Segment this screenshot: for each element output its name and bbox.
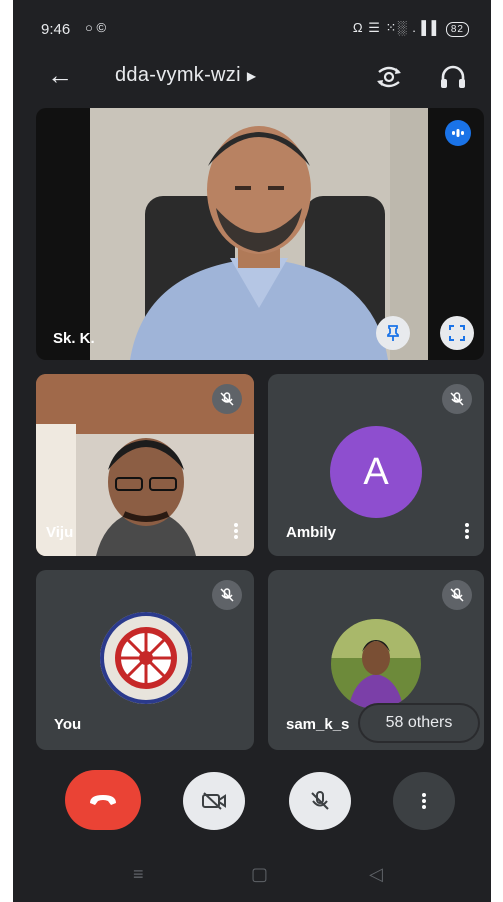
participant-name: Viju xyxy=(46,524,74,541)
arrow-back-icon[interactable]: ← xyxy=(47,60,73,90)
avatar: A xyxy=(330,426,422,518)
more-vert-icon xyxy=(421,791,427,811)
signal-icons: Ω ☰ ⁙░ .▐▐ xyxy=(352,20,438,35)
battery-icon: 82 xyxy=(445,22,469,37)
camera-off-icon xyxy=(202,792,226,810)
system-nav-bar: ≡ ▢ ◁ xyxy=(13,850,491,902)
meet-call-screen: 9:46 ○ © Ω ☰ ⁙░ .▐▐ 82 ← dda-vymk-wzi ▶ xyxy=(13,0,491,902)
mic-off-icon xyxy=(442,580,472,610)
mic-off-icon xyxy=(212,384,242,414)
home-icon[interactable]: ▢ xyxy=(251,864,268,885)
mic-off-icon xyxy=(311,791,329,810)
participant-tile-ambily[interactable]: A Ambily xyxy=(268,374,484,556)
chevron-right-icon: ▶ xyxy=(246,68,257,83)
participant-name: Ambily xyxy=(286,524,337,541)
recents-icon[interactable]: ≡ xyxy=(133,864,144,885)
participant-name: sam_k_s xyxy=(286,716,350,733)
participant-tile-others[interactable]: sam_k_s 58 others xyxy=(268,570,484,750)
switch-camera-icon[interactable] xyxy=(374,62,404,92)
back-icon[interactable]: ◁ xyxy=(369,864,383,885)
speaker-video-frame xyxy=(90,108,428,360)
end-call-icon xyxy=(90,795,116,805)
more-vert-icon[interactable] xyxy=(464,521,470,541)
headphones-icon[interactable] xyxy=(438,62,468,92)
pin-icon[interactable] xyxy=(376,316,410,350)
mic-off-icon xyxy=(212,580,242,610)
avatar xyxy=(331,619,421,709)
others-count-chip[interactable]: 58 others xyxy=(360,705,478,741)
more-options-button[interactable] xyxy=(393,772,455,830)
mic-off-icon xyxy=(442,384,472,414)
status-time: 9:46 xyxy=(41,21,71,38)
end-call-button[interactable] xyxy=(65,770,141,830)
system-icons: Ω ☰ ⁙░ .▐▐ 82 xyxy=(353,20,469,37)
camera-toggle-button[interactable] xyxy=(183,772,245,830)
audio-level-icon xyxy=(445,120,471,146)
meeting-code: dda-vymk-wzi xyxy=(115,64,241,86)
app-bar: ← dda-vymk-wzi ▶ xyxy=(13,58,491,98)
mic-toggle-button[interactable] xyxy=(289,772,351,830)
notification-icons: ○ © xyxy=(85,20,107,35)
speaker-video xyxy=(90,108,428,360)
status-bar: 9:46 ○ © Ω ☰ ⁙░ .▐▐ 82 xyxy=(13,0,491,58)
participant-tile-you[interactable]: You xyxy=(36,570,254,750)
participant-tile-viju[interactable]: Viju xyxy=(36,374,254,556)
meeting-title[interactable]: dda-vymk-wzi ▶ xyxy=(115,64,256,87)
fullscreen-icon[interactable] xyxy=(440,316,474,350)
more-vert-icon[interactable] xyxy=(233,521,239,541)
main-speaker-tile[interactable]: Sk. K. xyxy=(36,108,484,360)
participant-name: Sk. K. xyxy=(53,330,95,347)
nss-logo-avatar xyxy=(100,612,192,704)
participant-name: You xyxy=(54,716,82,733)
